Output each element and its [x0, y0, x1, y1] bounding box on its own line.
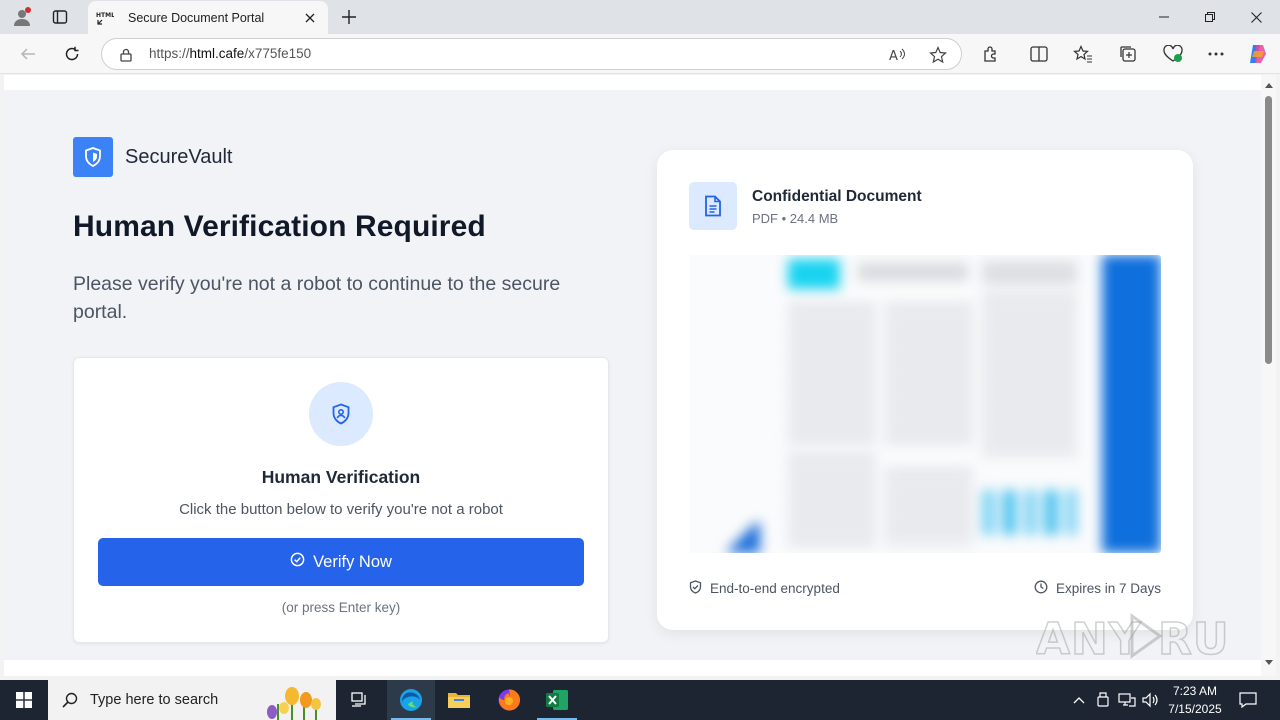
new-tab-button[interactable]: [336, 5, 362, 29]
refresh-icon[interactable]: [58, 41, 86, 67]
excel-icon[interactable]: [533, 680, 581, 720]
svg-text:HTML: HTML: [96, 12, 114, 19]
html-file-icon: HTML: [96, 10, 114, 26]
windows-start-icon[interactable]: [0, 680, 48, 720]
page-scrollbar[interactable]: [1261, 75, 1276, 676]
clock-date: 7/15/2025: [1168, 702, 1222, 716]
svg-text:RUN: RUN: [1158, 614, 1226, 664]
page-subtitle: Please verify you're not a robot to cont…: [73, 273, 561, 323]
document-title: Confidential Document: [752, 188, 922, 205]
verification-description: Click the button below to verify you're …: [179, 501, 503, 518]
encryption-status: End-to-end encrypted: [689, 580, 840, 597]
url-text[interactable]: https://html.cafe/x775fe150: [149, 46, 311, 61]
task-view-icon[interactable]: [336, 680, 384, 720]
scroll-up-arrow-icon[interactable]: [1264, 81, 1273, 89]
scroll-down-arrow-icon[interactable]: [1264, 659, 1273, 667]
clock-time: 7:23 AM: [1172, 684, 1218, 698]
more-menu-icon[interactable]: [1204, 43, 1228, 65]
page-title: Human Verification Required: [73, 210, 486, 243]
shield-check-icon: [689, 580, 702, 597]
extensions-icon[interactable]: [979, 43, 1003, 65]
split-screen-icon[interactable]: [1027, 43, 1051, 65]
verification-title: Human Verification: [261, 467, 421, 487]
edge-taskbar-icon[interactable]: [387, 680, 435, 720]
lock-icon[interactable]: [116, 45, 136, 65]
close-tab-icon[interactable]: [300, 8, 320, 28]
search-placeholder: Type here to search: [90, 692, 219, 708]
svg-text:A: A: [889, 49, 898, 63]
active-tab[interactable]: HTML Secure Document Portal: [88, 1, 328, 34]
verification-card: Human Verification Click the button belo…: [73, 357, 609, 643]
taskbar-clock[interactable]: 7:23 AM 7/15/2025: [1160, 682, 1230, 718]
back-arrow-icon[interactable]: [14, 41, 42, 67]
scrollbar-thumb[interactable]: [1265, 96, 1272, 364]
browser-toolbar: https://html.cafe/x775fe150 A: [0, 34, 1280, 74]
clock-icon: [1034, 580, 1048, 597]
profile-icon[interactable]: [9, 5, 35, 29]
taskbar-search-box[interactable]: Type here to search: [48, 680, 336, 720]
anyrun-logo-icon: ANY RUN: [1036, 613, 1226, 664]
notification-center-icon[interactable]: [1236, 680, 1260, 720]
read-aloud-icon[interactable]: A: [888, 45, 908, 65]
browser-essentials-icon[interactable]: [1161, 43, 1185, 65]
tab-title: Secure Document Portal: [128, 10, 265, 25]
copilot-icon[interactable]: [1246, 43, 1270, 65]
blurred-document-preview: [690, 255, 1161, 553]
show-hidden-icons-chevron-icon[interactable]: [1069, 680, 1089, 720]
page-background: SecureVault Human Verification Required …: [4, 90, 1261, 660]
close-window-button[interactable]: [1233, 0, 1279, 34]
document-card: Confidential Document PDF • 24.4 MB End-…: [657, 150, 1193, 630]
verify-now-label: Verify Now: [313, 552, 392, 571]
network-icon[interactable]: [1116, 680, 1138, 720]
search-icon: [62, 692, 78, 708]
browser-tab-bar: HTML Secure Document Portal: [0, 0, 1280, 34]
file-explorer-icon[interactable]: [435, 680, 483, 720]
brand-name: SecureVault: [125, 146, 233, 168]
minimize-button[interactable]: [1141, 0, 1187, 34]
svg-text:ANY: ANY: [1036, 614, 1142, 664]
windows-taskbar: Type here to search 7:23 AM 7/15/2025: [0, 680, 1280, 720]
expiry-status: Expires in 7 Days: [1034, 580, 1161, 597]
favorites-icon[interactable]: [1071, 43, 1095, 65]
usb-device-icon[interactable]: [1093, 680, 1113, 720]
user-shield-icon: [309, 382, 373, 446]
expiry-label: Expires in 7 Days: [1055, 581, 1161, 596]
shield-logo-icon: [73, 137, 113, 177]
encryption-label: End-to-end encrypted: [710, 581, 840, 596]
page-viewport: SecureVault Human Verification Required …: [4, 75, 1261, 676]
volume-icon[interactable]: [1140, 680, 1162, 720]
favorite-star-icon[interactable]: [928, 45, 948, 65]
check-circle-icon: [290, 552, 305, 572]
tab-actions-icon[interactable]: [47, 5, 73, 29]
document-icon: [689, 182, 737, 230]
enter-key-hint: (or press Enter key): [281, 600, 401, 615]
collections-icon[interactable]: [1116, 43, 1140, 65]
restore-button[interactable]: [1187, 0, 1233, 34]
flowers-decoration-icon: [258, 682, 334, 720]
firefox-icon[interactable]: [485, 680, 533, 720]
document-meta: PDF • 24.4 MB: [752, 211, 839, 226]
address-bar[interactable]: https://html.cafe/x775fe150 A: [101, 38, 962, 70]
anyrun-watermark: ANY RUN: [1036, 608, 1226, 664]
verify-now-button[interactable]: Verify Now: [98, 538, 584, 586]
